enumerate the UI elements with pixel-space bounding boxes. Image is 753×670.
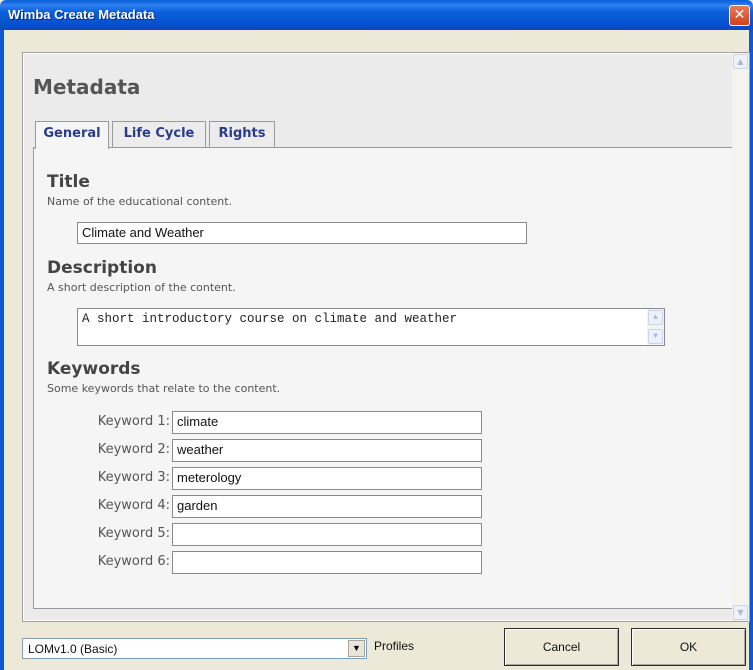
description-section-heading: Description <box>47 258 157 278</box>
profile-select-value: LOMv1.0 (Basic) <box>28 642 118 656</box>
description-scrollbar[interactable]: ▲ ▼ <box>647 309 664 345</box>
keywords-section-heading: Keywords <box>47 359 141 379</box>
close-icon: ✕ <box>733 7 746 23</box>
title-section-description: Name of the educational content. <box>47 195 233 208</box>
main-scrollbar[interactable]: ▲ ▼ <box>732 53 749 621</box>
scroll-down-icon[interactable]: ▼ <box>648 329 663 344</box>
keyword-5-label: Keyword 5: <box>97 526 170 541</box>
tab-life-cycle[interactable]: Life Cycle <box>112 121 206 147</box>
scroll-up-icon[interactable]: ▲ <box>733 54 748 69</box>
cancel-button[interactable]: Cancel <box>504 628 619 666</box>
content-frame: Metadata General Life Cycle Rights Title… <box>22 52 750 622</box>
keyword-3-input[interactable]: meterology <box>172 467 482 490</box>
keyword-2-label: Keyword 2: <box>97 442 170 457</box>
keyword-4-input[interactable]: garden <box>172 495 482 518</box>
keyword-1-input[interactable]: climate <box>172 411 482 434</box>
description-text: A short introductory course on climate a… <box>82 312 458 326</box>
scroll-up-icon[interactable]: ▲ <box>648 310 663 325</box>
metadata-panel: Metadata General Life Cycle Rights Title… <box>24 54 734 620</box>
close-button[interactable]: ✕ <box>729 5 750 26</box>
keyword-6-input[interactable] <box>172 551 482 574</box>
description-section-description: A short description of the content. <box>47 281 236 294</box>
keyword-5-input[interactable] <box>172 523 482 546</box>
tab-rights[interactable]: Rights <box>209 121 275 147</box>
page-title: Metadata <box>33 75 141 99</box>
keyword-4-label: Keyword 4: <box>97 498 170 513</box>
profile-select[interactable]: LOMv1.0 (Basic) ▼ <box>22 638 367 659</box>
keyword-6-label: Keyword 6: <box>97 554 170 569</box>
title-section-heading: Title <box>47 172 90 192</box>
tab-general[interactable]: General <box>35 121 109 149</box>
footer-bar: LOMv1.0 (Basic) ▼ Profiles Cancel OK <box>4 622 749 670</box>
keywords-section-description: Some keywords that relate to the content… <box>47 382 281 395</box>
profiles-label: Profiles <box>374 639 415 653</box>
chevron-down-icon[interactable]: ▼ <box>348 640 365 657</box>
window-title: Wimba Create Metadata <box>8 7 155 22</box>
window-frame-left <box>0 30 4 670</box>
keyword-1-label: Keyword 1: <box>97 414 170 429</box>
scroll-down-icon[interactable]: ▼ <box>733 605 748 620</box>
window-titlebar: Wimba Create Metadata ✕ <box>0 0 753 30</box>
description-textarea[interactable]: A short introductory course on climate a… <box>77 308 665 346</box>
tab-panel-general: Title Name of the educational content. C… <box>33 147 733 609</box>
keyword-3-label: Keyword 3: <box>97 470 170 485</box>
keyword-2-input[interactable]: weather <box>172 439 482 462</box>
title-input[interactable]: Climate and Weather <box>77 222 527 244</box>
ok-button[interactable]: OK <box>631 628 746 666</box>
